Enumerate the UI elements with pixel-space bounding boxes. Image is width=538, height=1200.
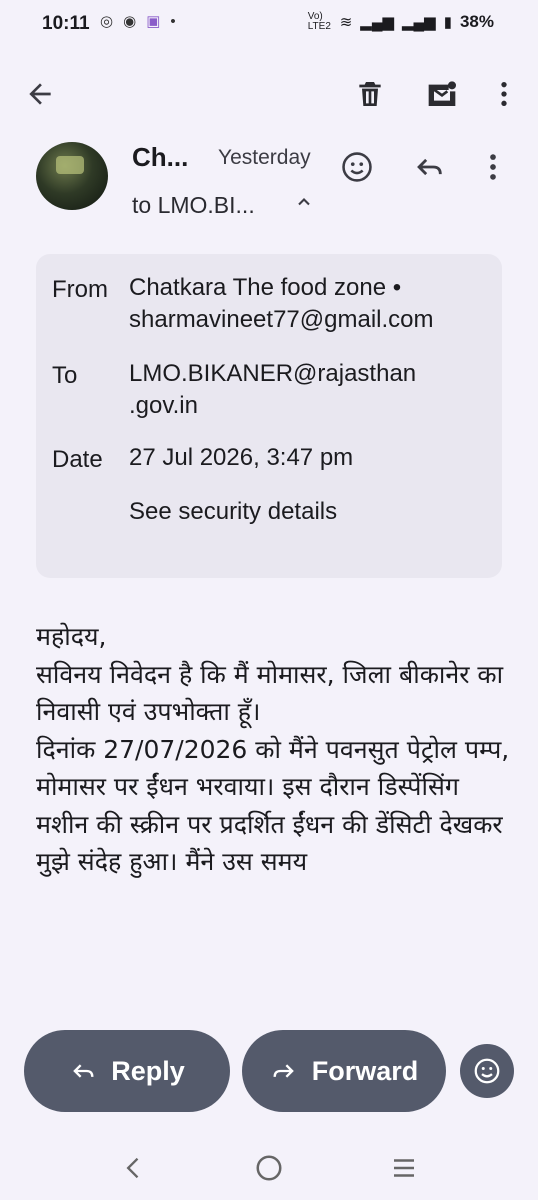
reply-icon [73,1064,94,1078]
from-label: From [52,276,108,303]
arrow-back-icon [29,83,51,105]
smiley-icon [474,1058,500,1084]
date-label: Date [52,446,103,473]
mail-unread-icon [428,81,456,106]
toolbar [0,60,538,130]
network-label: Vo) LTE2 [307,11,331,32]
body-line: महोदय, [36,622,107,651]
nav-back-button[interactable] [116,1150,152,1186]
delete-button[interactable] [350,74,390,114]
to-label: To [52,362,78,389]
chevron-up-icon[interactable] [294,192,314,212]
reply-button[interactable]: Reply [24,1030,230,1112]
mark-unread-button[interactable] [422,74,462,114]
security-details-link[interactable]: See security details [129,496,489,528]
status-bar: 10:11 ◎ ◉ ▣ • Vo) LTE2 ≋ ▂▄▆ ▂▄▆ ▮ 38% [0,0,538,50]
wifi-icon: ≋ [339,14,353,31]
signal-icon: ▂▄▆ [360,14,394,31]
back-button[interactable] [20,74,60,114]
trash-icon [359,82,381,106]
emoji-button[interactable] [460,1044,514,1098]
whatsapp-icon: ◎ [100,13,114,30]
app-icon: ▣ [146,13,161,30]
chat-icon: ◉ [123,13,137,30]
to-value[interactable]: LMO.BIKANER@rajasthan .gov.in [129,358,459,422]
message-more-button[interactable] [474,148,512,186]
more-options-button[interactable] [484,74,524,114]
reply-label: Reply [111,1055,185,1086]
recipient-summary[interactable]: to LMO.BI... [132,192,255,219]
circle-icon [256,1155,282,1181]
battery-percent: 38% [459,12,494,31]
message-details-card: From Chatkara The food zone • sharmavine… [36,254,502,578]
body-line: दिनांक 27/07/2026 को मैंने पवनसुत पेट्रो… [36,734,510,877]
message-body: महोदय, सविनय निवेदन है कि मैं मोमासर, जि… [36,618,516,1004]
sender-name: Ch... [132,142,189,172]
nav-recents-button[interactable] [386,1150,422,1186]
more-vert-icon [501,82,507,106]
reply-icon [417,158,442,176]
chevron-left-icon [126,1157,139,1179]
notification-icons: ◎ ◉ ▣ • [100,12,176,31]
system-icons: Vo) LTE2 ≋ ▂▄▆ ▂▄▆ ▮ 38% [308,12,494,32]
smiley-icon [342,152,372,182]
from-value[interactable]: Chatkara The food zone • sharmavineet77@… [129,272,489,336]
more-vert-icon [490,154,496,180]
sender-avatar[interactable] [36,142,108,210]
dot-icon: • [170,12,176,30]
date-value: 27 Jul 2026, 3:47 pm [129,444,354,471]
body-line: सविनय निवेदन है कि मैं मोमासर, जिला बीका… [36,659,504,727]
nav-home-button[interactable] [251,1150,287,1186]
emoji-react-button[interactable] [338,148,376,186]
forward-label: Forward [311,1055,419,1086]
status-time: 10:11 [42,13,90,34]
reply-icon-button[interactable] [410,148,448,186]
forward-button[interactable]: Forward [242,1030,446,1112]
message-time: Yesterday [218,146,311,169]
battery-icon: ▮ [443,14,452,31]
signal-icon-2: ▂▄▆ [402,14,436,31]
forward-icon [273,1064,294,1078]
menu-icon [394,1159,414,1177]
